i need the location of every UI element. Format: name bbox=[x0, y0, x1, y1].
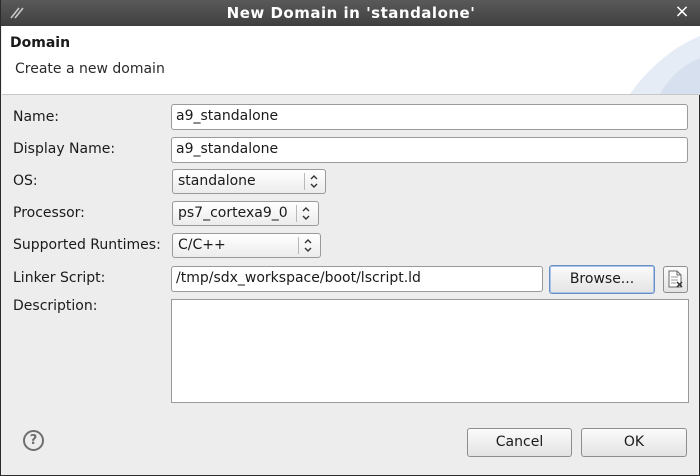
runtimes-select-value: C/C++ bbox=[178, 237, 226, 253]
close-icon[interactable]: × bbox=[673, 3, 691, 21]
banner-subtitle: Create a new domain bbox=[15, 61, 165, 77]
banner-decoration-icon bbox=[630, 36, 700, 94]
runtimes-select[interactable]: C/C++ bbox=[172, 233, 321, 258]
linker-script-input[interactable]: /tmp/sdx_workspace/boot/lscript.ld bbox=[171, 266, 543, 292]
processor-select[interactable]: ps7_cortexa9_0 bbox=[172, 201, 319, 226]
wizard-banner: Domain Create a new domain bbox=[2, 26, 700, 95]
clear-linker-script-button[interactable] bbox=[663, 266, 688, 293]
updown-arrows-icon bbox=[302, 207, 310, 220]
dialog-window: New Domain in 'standalone' × Domain Crea… bbox=[0, 0, 700, 476]
processor-label: Processor: bbox=[13, 205, 85, 221]
banner-title: Domain bbox=[10, 35, 71, 51]
name-label: Name: bbox=[13, 109, 60, 125]
browse-button[interactable]: Browse... bbox=[549, 265, 655, 294]
name-input[interactable]: a9_standalone bbox=[171, 104, 688, 130]
ok-button[interactable]: OK bbox=[581, 428, 687, 457]
title-bar[interactable]: New Domain in 'standalone' × bbox=[1, 0, 700, 26]
updown-arrows-icon bbox=[304, 239, 312, 252]
display-name-label: Display Name: bbox=[13, 141, 116, 157]
combo-separator bbox=[298, 237, 299, 254]
help-icon[interactable]: ? bbox=[23, 430, 44, 451]
combo-separator bbox=[296, 205, 297, 222]
combo-separator bbox=[304, 173, 305, 190]
updown-arrows-icon bbox=[310, 175, 318, 188]
os-label: OS: bbox=[13, 173, 38, 189]
description-textarea[interactable] bbox=[171, 299, 689, 403]
document-remove-icon bbox=[668, 270, 683, 288]
description-label: Description: bbox=[13, 298, 98, 314]
cancel-button[interactable]: Cancel bbox=[467, 428, 572, 457]
display-name-input[interactable]: a9_standalone bbox=[171, 137, 688, 163]
os-select-value: standalone bbox=[178, 173, 256, 189]
window-title: New Domain in 'standalone' bbox=[226, 4, 476, 22]
os-select[interactable]: standalone bbox=[172, 169, 326, 194]
linker-script-label: Linker Script: bbox=[13, 270, 106, 286]
processor-select-value: ps7_cortexa9_0 bbox=[178, 205, 288, 221]
runtimes-label: Supported Runtimes: bbox=[13, 237, 161, 253]
